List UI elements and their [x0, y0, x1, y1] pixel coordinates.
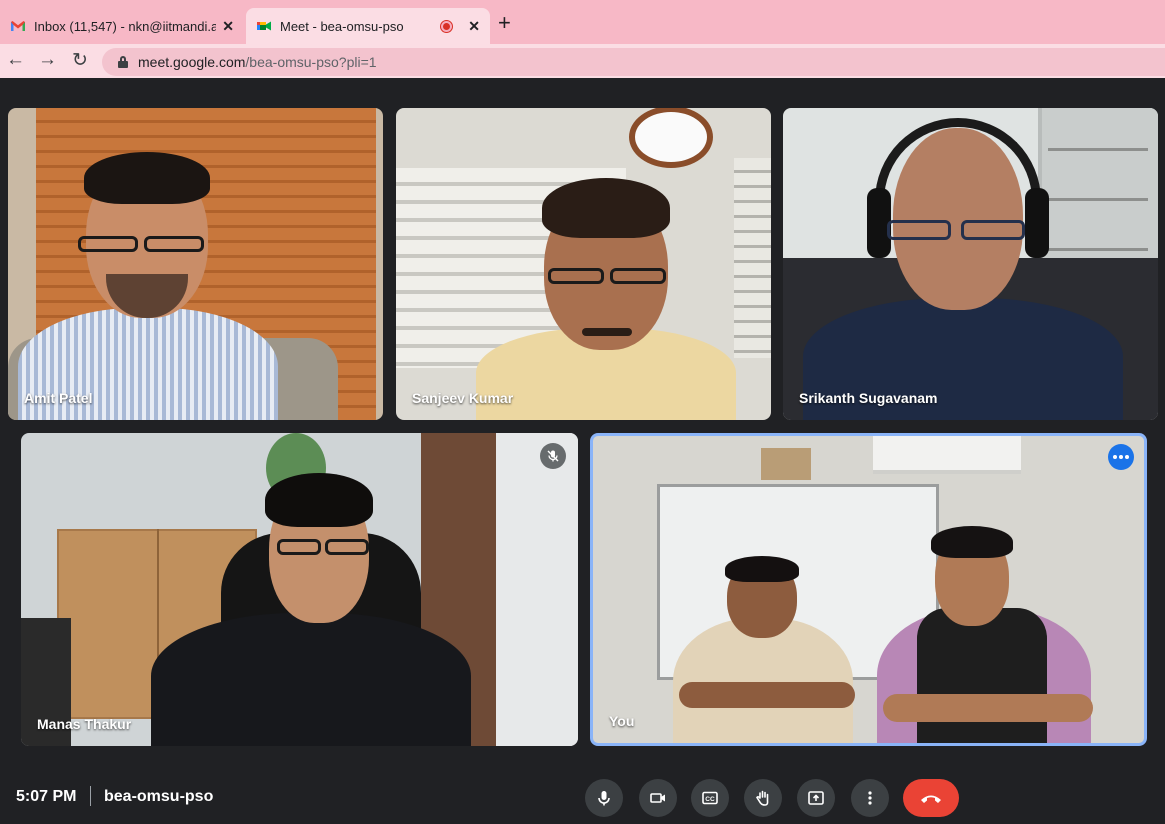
address-bar-row: ← → ↻ meet.google.com /bea-omsu-pso?pli=…: [0, 44, 1165, 78]
participant-tile[interactable]: Sanjeev Kumar: [396, 108, 771, 420]
url-host: meet.google.com: [138, 54, 246, 70]
participant-name: Sanjeev Kumar: [412, 390, 514, 406]
raise-hand-button[interactable]: [744, 779, 782, 817]
mic-icon: [598, 791, 610, 806]
end-call-icon: [921, 795, 941, 803]
cc-icon: CC: [702, 791, 718, 805]
tab-meet[interactable]: Meet - bea-omsu-pso ✕: [246, 8, 490, 44]
divider: [90, 786, 91, 806]
back-arrow-icon[interactable]: ←: [6, 49, 25, 71]
video-feed: [21, 433, 578, 746]
camera-icon: [650, 793, 665, 803]
captions-button[interactable]: CC: [691, 779, 729, 817]
recording-indicator-icon: [441, 20, 453, 32]
reload-icon[interactable]: ↻: [72, 49, 88, 72]
lock-icon: [118, 56, 128, 68]
forward-arrow-icon[interactable]: →: [38, 49, 57, 71]
url-path: /bea-omsu-pso?pli=1: [245, 54, 377, 70]
participant-tile[interactable]: Amit Patel: [8, 108, 383, 420]
tab-gmail-inbox[interactable]: Inbox (11,547) - nkn@iitmandi.ac ✕: [0, 8, 244, 44]
meeting-time: 5:07 PM: [16, 788, 77, 805]
browser-tab-bar: Inbox (11,547) - nkn@iitmandi.ac ✕ Meet …: [0, 0, 1165, 44]
new-tab-button[interactable]: +: [498, 10, 511, 36]
video-feed: [8, 108, 383, 420]
present-button[interactable]: [797, 779, 835, 817]
meet-icon: [257, 21, 271, 31]
svg-text:CC: CC: [705, 796, 715, 803]
wall-clock: [629, 108, 713, 168]
more-vertical-icon: [868, 791, 872, 805]
participant-name: Manas Thakur: [37, 716, 132, 732]
meeting-code: bea-omsu-pso: [104, 788, 214, 805]
participant-tile[interactable]: Srikanth Sugavanam: [783, 108, 1158, 420]
participant-name: You: [609, 713, 635, 729]
tab-title-meet: Meet - bea-omsu-pso: [280, 18, 404, 34]
mic-muted-icon: [540, 443, 566, 469]
hand-icon: [756, 790, 769, 806]
close-tab-icon[interactable]: ✕: [222, 18, 234, 35]
video-feed: [593, 436, 1144, 743]
gmail-icon: [11, 21, 25, 31]
present-icon: [808, 791, 824, 805]
participant-tile[interactable]: Manas Thakur: [21, 433, 578, 746]
video-feed: [783, 108, 1158, 420]
call-control-bar: 5:07 PM bea-omsu-pso CC: [0, 770, 1165, 824]
close-tab-icon[interactable]: ✕: [468, 18, 480, 35]
video-feed: [396, 108, 771, 420]
more-options-button[interactable]: [851, 779, 889, 817]
participant-name: Amit Patel: [24, 390, 93, 406]
url-field[interactable]: meet.google.com /bea-omsu-pso?pli=1: [102, 48, 1165, 76]
camera-button[interactable]: [639, 779, 677, 817]
microphone-button[interactable]: [585, 779, 623, 817]
air-conditioner: [873, 436, 1021, 474]
participant-name: Srikanth Sugavanam: [799, 390, 938, 406]
leave-call-button[interactable]: [903, 779, 959, 817]
more-options-icon[interactable]: [1108, 444, 1134, 470]
self-tile[interactable]: You: [590, 433, 1147, 746]
tab-title-gmail: Inbox (11,547) - nkn@iitmandi.ac: [34, 18, 217, 34]
